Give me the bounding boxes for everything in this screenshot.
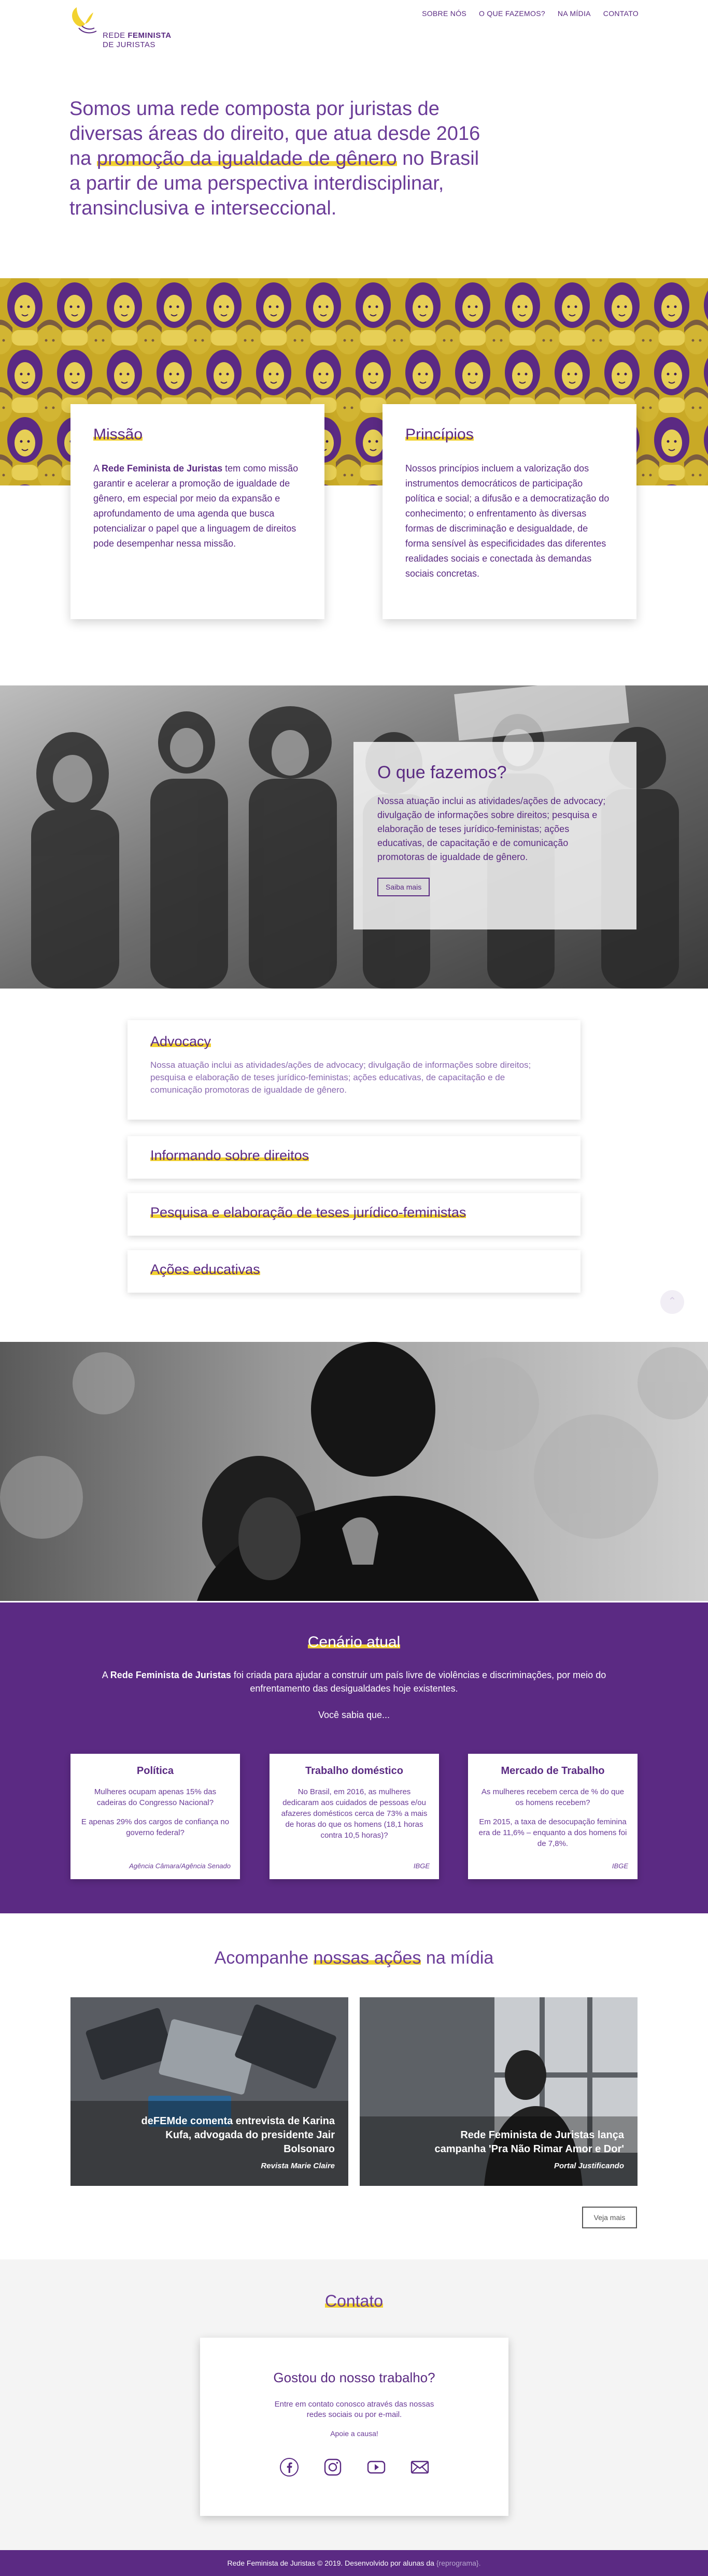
stat-card-source: IBGE xyxy=(612,1862,628,1870)
cenario-intro-bold: Rede Feminista de Juristas xyxy=(110,1670,231,1680)
stat-card-source: Agência Câmara/Agência Senado xyxy=(129,1862,231,1870)
principios-card: Princípios Nossos princípios incluem a v… xyxy=(383,404,636,619)
accordion-acoes[interactable]: Ações educativas xyxy=(128,1250,580,1293)
accordion-title-acoes: Ações educativas xyxy=(150,1262,260,1278)
email-icon[interactable] xyxy=(410,2457,430,2477)
chevron-up-icon: ⌃ xyxy=(668,1296,677,1307)
nav-sobre-nos[interactable]: SOBRE NÓS xyxy=(422,9,466,18)
what-we-do-box: O que fazemos? Nossa atuação inclui as a… xyxy=(353,742,636,929)
media-title-pre: Acompanhe xyxy=(214,1948,314,1968)
stat-card-title: Mercado de Trabalho xyxy=(501,1765,605,1777)
veja-mais-button[interactable]: Veja mais xyxy=(582,2207,637,2228)
cenario-title: Cenário atual xyxy=(307,1634,401,1651)
footer-text: Rede Feminista de Juristas © 2019. Desen… xyxy=(227,2559,436,2567)
site-logo[interactable]: REDE FEMINISTA DE JURISTAS xyxy=(69,5,173,62)
nav-contato[interactable]: CONTATO xyxy=(603,9,639,18)
contact-card: Gostou do nosso trabalho? Entre em conta… xyxy=(200,2338,508,2516)
media-card[interactable]: Rede Feminista de Juristas lança campanh… xyxy=(360,1997,638,2186)
media-title-post: na mídia xyxy=(421,1948,494,1968)
contato-title-wrap: Contato xyxy=(0,2292,708,2311)
stat-card-politica: Política Mulheres ocupam apenas 15% das … xyxy=(70,1754,240,1879)
stat-card-text1: Mulheres ocupam apenas 15% das cadeiras … xyxy=(94,1787,217,1807)
logo-feminista: FEMINISTA xyxy=(128,31,172,40)
accordion-title-informando: Informando sobre direitos xyxy=(150,1148,309,1164)
principios-text: Nossos princípios incluem a valorização … xyxy=(405,463,610,579)
cenario-sabia: Você sabia que... xyxy=(318,1710,390,1720)
contact-card-title: Gostou do nosso trabalho? xyxy=(273,2370,435,2385)
nav-o-que-fazemos[interactable]: O QUE FAZEMOS? xyxy=(479,9,545,18)
contact-card-text: Entre em contato conosco através das nos… xyxy=(274,2400,434,2419)
media-source: Revista Marie Claire xyxy=(261,2162,335,2170)
main-nav: SOBRE NÓS O QUE FAZEMOS? NA MÍDIA CONTAT… xyxy=(422,9,639,18)
media-title-highlight: nossas ações xyxy=(313,1948,421,1968)
accordion-pesquisa[interactable]: Pesquisa e elaboração de teses jurídico-… xyxy=(128,1193,580,1236)
stat-card-trabalho-domestico: Trabalho doméstico No Brasil, em 2016, a… xyxy=(270,1754,439,1879)
logo-rede: REDE xyxy=(103,31,125,40)
cenario-intro: A Rede Feminista de Juristas foi criada … xyxy=(78,1668,630,1695)
cenario-intro-post: foi criada para ajudar a construir um pa… xyxy=(231,1670,606,1694)
intro-highlight: promoção da igualdade de gênero xyxy=(96,148,397,169)
site-footer: Rede Feminista de Juristas © 2019. Desen… xyxy=(0,2550,708,2576)
stat-card-text2: Em 2015, a taxa de desocupação feminina … xyxy=(478,1817,627,1848)
stat-card-title: Trabalho doméstico xyxy=(305,1765,403,1777)
stat-card-text1: As mulheres recebem cerca de % do que os… xyxy=(481,1787,625,1807)
cenario-intro-pre: A xyxy=(102,1670,110,1680)
missao-title: Missão xyxy=(93,426,143,443)
media-caption: deFEMde comenta entrevista de Karina Kuf… xyxy=(117,2114,335,2170)
embrace-photo-image xyxy=(0,1342,708,1601)
missao-text-bold: Rede Feminista de Juristas xyxy=(102,463,223,474)
logo-de-juristas: DE JURISTAS xyxy=(103,40,155,49)
intro-statement: Somos uma rede composta por juristas de … xyxy=(69,96,484,221)
what-we-do-text: Nossa atuação inclui as atividades/ações… xyxy=(377,796,606,862)
back-to-top-button[interactable]: ⌃ xyxy=(660,1290,684,1314)
media-source: Portal Justificando xyxy=(554,2162,624,2170)
stat-card-text2: E apenas 29% dos cargos de confiança no … xyxy=(81,1817,230,1837)
contato-title: Contato xyxy=(324,2292,384,2311)
nav-na-midia[interactable]: NA MÍDIA xyxy=(558,9,591,18)
principios-title: Princípios xyxy=(405,426,474,443)
accordion-title-advocacy: Advocacy xyxy=(150,1034,211,1050)
instagram-icon[interactable] xyxy=(323,2457,343,2477)
social-links xyxy=(200,2457,508,2477)
logo-mark-icon xyxy=(72,7,97,34)
apoie-text: Apoie a causa! xyxy=(330,2429,378,2438)
footer-credit-link[interactable]: {reprograma}. xyxy=(436,2559,481,2567)
saiba-mais-button[interactable]: Saiba mais xyxy=(377,878,430,896)
what-we-do-title: O que fazemos? xyxy=(377,763,507,782)
embrace-photo xyxy=(0,1342,708,1601)
media-headline: deFEMde comenta entrevista de Karina Kuf… xyxy=(141,2115,335,2155)
cenario-title-wrap: Cenário atual xyxy=(0,1634,708,1651)
stat-card-mercado-trabalho: Mercado de Trabalho As mulheres recebem … xyxy=(468,1754,638,1879)
stat-card-source: IBGE xyxy=(413,1862,430,1870)
missao-text-post: tem como missão garantir e acelerar a pr… xyxy=(93,463,299,549)
accordion-advocacy[interactable]: Advocacy Nossa atuação inclui as ativida… xyxy=(128,1020,580,1120)
missao-text: A Rede Feminista de Juristas tem como mi… xyxy=(93,461,302,551)
missao-text-pre: A xyxy=(93,463,102,474)
media-title: Acompanhe nossas ações na mídia xyxy=(0,1948,708,1968)
logo-text: REDE FEMINISTA DE JURISTAS xyxy=(103,31,172,50)
stat-card-title: Política xyxy=(136,1765,174,1777)
accordion-text-advocacy: Nossa atuação inclui as atividades/ações… xyxy=(150,1060,531,1095)
media-headline: Rede Feminista de Juristas lança campanh… xyxy=(434,2129,624,2155)
facebook-icon[interactable] xyxy=(279,2457,299,2477)
site-header: REDE FEMINISTA DE JURISTAS SOBRE NÓS O Q… xyxy=(0,0,708,52)
youtube-icon[interactable] xyxy=(366,2457,386,2477)
media-card[interactable]: deFEMde comenta entrevista de Karina Kuf… xyxy=(70,1997,348,2186)
accordion-title-pesquisa: Pesquisa e elaboração de teses jurídico-… xyxy=(150,1205,466,1221)
media-caption: Rede Feminista de Juristas lança campanh… xyxy=(406,2128,624,2170)
missao-card: Missão A Rede Feminista de Juristas tem … xyxy=(70,404,324,619)
stat-card-text1: No Brasil, em 2016, as mulheres dedicara… xyxy=(281,1787,428,1840)
accordion-informando[interactable]: Informando sobre direitos xyxy=(128,1136,580,1179)
